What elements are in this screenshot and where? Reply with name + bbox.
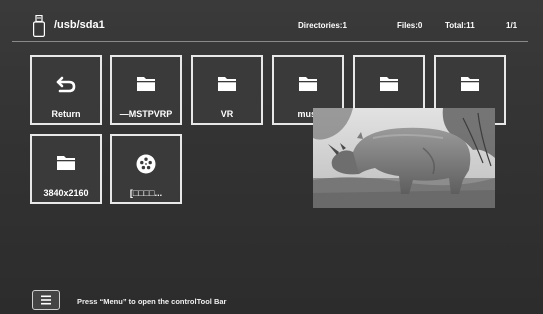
- total-count: Total:11: [445, 21, 475, 30]
- image-preview: [313, 108, 495, 208]
- tile-label: —MSTPVRP: [119, 109, 173, 119]
- folder-icon: [461, 77, 479, 91]
- header-divider: [12, 41, 528, 42]
- tile-label: 3840x2160: [43, 188, 89, 198]
- folder-icon: [299, 77, 317, 91]
- tile-label: [□□□□...: [129, 188, 163, 198]
- tile-label: VR: [220, 109, 234, 119]
- menu-icon: [41, 295, 51, 305]
- folder-icon: [380, 77, 398, 91]
- media-file-icon: [136, 154, 156, 174]
- return-tile[interactable]: Return: [30, 55, 102, 125]
- folder-tile-vr[interactable]: VR: [191, 55, 263, 125]
- media-file-tile[interactable]: [□□□□...: [110, 134, 182, 204]
- files-count: Files:0: [397, 21, 423, 30]
- directories-count: Directories:1: [298, 21, 347, 30]
- file-browser-screen: /usb/sda1 Directories:1 Files:0 Total:11…: [0, 0, 543, 314]
- folder-tile-3840x2160[interactable]: 3840x2160: [30, 134, 102, 204]
- footer-hint: Press “Menu” to open the controlTool Bar: [77, 297, 227, 306]
- folder-icon: [137, 77, 155, 91]
- page-indicator: 1/1: [506, 21, 518, 30]
- current-path: /usb/sda1: [54, 19, 105, 31]
- tile-label: Return: [51, 109, 81, 119]
- folder-icon: [57, 156, 75, 170]
- usb-drive-icon: [33, 15, 45, 37]
- folder-icon: [218, 77, 236, 91]
- return-icon: [56, 76, 76, 93]
- menu-button[interactable]: [32, 290, 60, 310]
- folder-tile-mstpvrp[interactable]: —MSTPVRP: [110, 55, 182, 125]
